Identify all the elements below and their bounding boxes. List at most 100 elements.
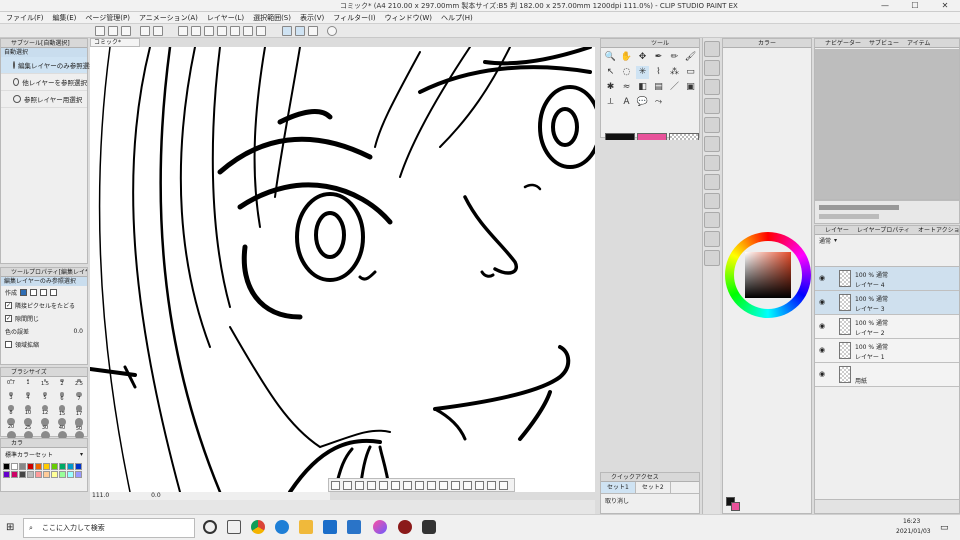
color-swatch[interactable] <box>75 471 82 478</box>
side-figure-icon[interactable] <box>703 193 720 209</box>
transform-icon[interactable] <box>439 481 448 490</box>
subtool-other-layer[interactable]: 他レイヤーを参照選択 <box>1 74 87 91</box>
layer-row[interactable]: ◉ 100 % 通常 レイヤー 2 <box>815 315 959 339</box>
side-search-icon[interactable] <box>703 79 720 95</box>
brush-size-option[interactable]: 15 <box>54 405 70 417</box>
tone-icon[interactable] <box>487 481 496 490</box>
deselect-icon[interactable] <box>217 26 227 36</box>
edge-icon[interactable] <box>275 520 289 534</box>
transform-icon[interactable] <box>191 26 201 36</box>
subtract-selection-button[interactable] <box>40 289 48 296</box>
minimize-button[interactable]: — <box>870 0 900 12</box>
sub-color-chip[interactable] <box>731 502 740 511</box>
close-gap-checkbox[interactable]: ✓ <box>5 315 12 322</box>
brush-size-option[interactable]: 6 <box>54 392 70 404</box>
zoom-icon[interactable]: 🔍 <box>604 51 617 64</box>
brush-size-option[interactable]: 2.5 <box>71 379 87 391</box>
menu-help[interactable]: ヘルプ(H) <box>441 13 473 23</box>
pen-icon[interactable]: ✒ <box>652 51 665 64</box>
figure-icon[interactable]: ／ <box>668 81 681 94</box>
brush-size-option[interactable]: 3 <box>3 392 19 404</box>
color-set-tab[interactable]: カラ <box>1 439 87 448</box>
expand-area-checkbox[interactable] <box>5 341 12 348</box>
tab-item[interactable]: アイテム <box>907 39 930 47</box>
brush-size-option[interactable]: 7 <box>71 392 87 404</box>
invert-icon[interactable] <box>230 26 240 36</box>
brush-icon[interactable]: 🖌 <box>684 51 697 64</box>
mail-icon[interactable] <box>323 520 337 534</box>
blend-mode-row[interactable]: 通常 ▾ <box>815 235 959 245</box>
balloon-icon[interactable]: 💬 <box>636 96 649 109</box>
menu-view[interactable]: 表示(V) <box>300 13 324 23</box>
brush-size-option[interactable]: 0.7 <box>3 379 19 391</box>
color-swatch[interactable] <box>19 471 26 478</box>
undo-icon[interactable] <box>140 26 150 36</box>
fill-icon[interactable]: ◧ <box>636 81 649 94</box>
clear-icon[interactable] <box>178 26 188 36</box>
task-view-icon[interactable] <box>203 520 217 534</box>
scale-icon[interactable] <box>451 481 460 490</box>
brush-size-option[interactable]: 8 <box>3 405 19 417</box>
correct-line-icon[interactable]: ⤳ <box>652 96 665 109</box>
tab-auto-action[interactable]: オートアクション <box>918 226 959 234</box>
color-swatch[interactable] <box>43 471 50 478</box>
saturation-square[interactable] <box>745 252 791 298</box>
menu-layer[interactable]: レイヤー(L) <box>207 13 244 23</box>
snap-special-icon[interactable] <box>308 26 318 36</box>
color-swatch[interactable] <box>59 463 66 470</box>
flip-icon[interactable] <box>463 481 472 490</box>
side-text-icon[interactable] <box>703 212 720 228</box>
color-swatch[interactable] <box>35 463 42 470</box>
color-swatch[interactable] <box>51 463 58 470</box>
drawing-canvas[interactable] <box>90 47 595 492</box>
gradient-icon[interactable]: ▤ <box>652 81 665 94</box>
fill-icon[interactable] <box>256 26 266 36</box>
eye-icon[interactable]: ◉ <box>819 346 825 354</box>
save-icon[interactable] <box>121 26 131 36</box>
eye-icon[interactable]: ◉ <box>819 370 825 378</box>
layer-row[interactable]: ◉ 100 % 通常 レイヤー 3 <box>815 291 959 315</box>
canvas-tab[interactable]: コミック* <box>90 38 140 47</box>
color-swatch[interactable] <box>27 471 34 478</box>
color-set-select[interactable]: 標準カラーセット ▾ <box>1 448 87 461</box>
eyedropper-icon[interactable]: ⌇ <box>652 66 665 79</box>
maximize-button[interactable]: ☐ <box>900 0 930 12</box>
hue-ring[interactable] <box>725 232 811 318</box>
brush-size-option[interactable]: 40 <box>54 418 70 431</box>
color-wheel-tab[interactable]: カラー <box>723 39 811 48</box>
side-settings-icon[interactable] <box>703 250 720 266</box>
help-icon[interactable] <box>327 26 337 36</box>
redo-icon[interactable] <box>153 26 163 36</box>
zoom-slider[interactable] <box>819 205 899 210</box>
quick-access-tab-set1[interactable]: セット1 <box>601 482 636 493</box>
brush-size-option[interactable]: 4 <box>20 392 36 404</box>
layer-row[interactable]: ◉ 100 % 通常 レイヤー 1 <box>815 339 959 363</box>
clip-studio-icon[interactable] <box>422 520 436 534</box>
eraser-icon[interactable]: ▭ <box>684 66 697 79</box>
subtool-group[interactable]: 自動選択 <box>1 48 87 57</box>
pencil-icon[interactable]: ✏ <box>668 51 681 64</box>
menu-animation[interactable]: アニメーション(A) <box>139 13 198 23</box>
menu-file[interactable]: ファイル(F) <box>6 13 44 23</box>
tab-layer[interactable]: レイヤー <box>825 226 849 234</box>
subtool-reference-layer[interactable]: 参照レイヤー用選択 <box>1 91 87 108</box>
windows-start-icon[interactable]: ⊞ <box>6 522 14 533</box>
fill-icon[interactable] <box>403 481 412 490</box>
menu-filter[interactable]: フィルター(I) <box>333 13 375 23</box>
clock-time[interactable]: 16:23 <box>903 518 920 525</box>
text-icon[interactable]: A <box>620 96 633 109</box>
color-swatch[interactable] <box>3 463 10 470</box>
color-swatch[interactable] <box>35 471 42 478</box>
follow-adjacent-row[interactable]: ✓ 隣接ピクセルをたどる <box>1 299 87 312</box>
chrome-icon[interactable] <box>251 520 265 534</box>
layer-row[interactable]: ◉ 用紙 <box>815 363 959 387</box>
side-material-icon[interactable] <box>703 136 720 152</box>
app-icon[interactable] <box>373 520 387 534</box>
brush-size-option[interactable]: 25 <box>20 418 36 430</box>
brush-size-option[interactable]: 10 <box>20 405 36 417</box>
brush-size-option[interactable]: 50 <box>71 418 87 431</box>
brush-size-option[interactable]: 5 <box>37 392 53 404</box>
new-selection-button[interactable] <box>20 289 28 296</box>
tab-navigator[interactable]: ナビゲーター <box>825 39 861 47</box>
color-swatch[interactable] <box>11 471 18 478</box>
